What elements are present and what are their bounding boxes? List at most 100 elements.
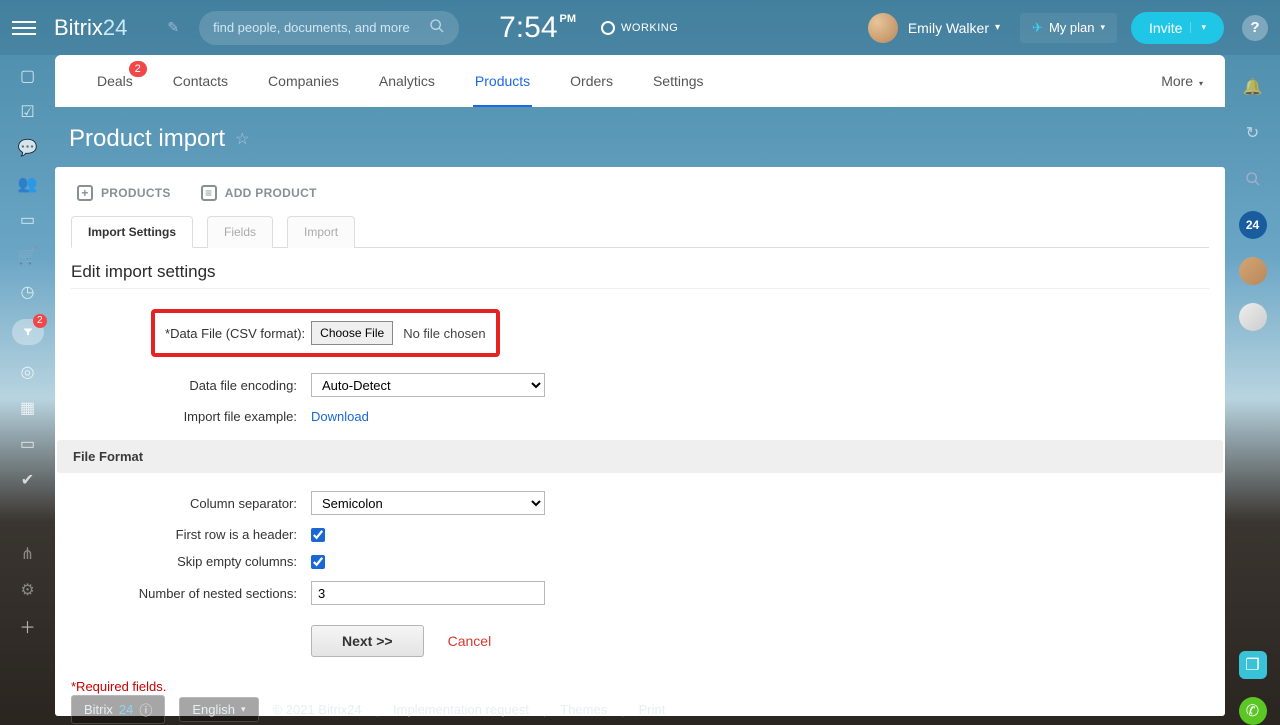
chat-icon[interactable]: 💬 — [17, 139, 39, 157]
filter-icon[interactable]: 2 — [12, 319, 44, 345]
search-box[interactable] — [199, 11, 459, 45]
window-icon[interactable]: ▢ — [17, 67, 39, 85]
tab-deals[interactable]: Deals 2 — [77, 55, 153, 107]
tab-settings[interactable]: Settings — [633, 55, 724, 107]
b24-icon[interactable]: 24 — [1239, 211, 1267, 239]
working-label: WORKING — [621, 22, 678, 34]
menu-icon[interactable] — [12, 16, 36, 40]
search-input[interactable] — [213, 20, 421, 35]
edit-icon[interactable]: ✎ — [167, 19, 179, 36]
row-col-sep: Column separator: Semicolon — [71, 485, 1209, 521]
inner-tab-import-settings[interactable]: Import Settings — [71, 216, 193, 248]
call-icon[interactable]: ✆ — [1239, 697, 1267, 725]
filter-badge: 2 — [33, 314, 47, 328]
form-actions: Next >> Cancel — [71, 611, 1209, 657]
nested-label: Number of nested sections: — [71, 586, 301, 601]
chevron-down-icon[interactable]: ▾ — [995, 22, 1000, 33]
main: Deals 2 Contacts Companies Analytics Pro… — [55, 55, 1225, 725]
encoding-select[interactable]: Auto-Detect — [311, 373, 545, 397]
search-icon[interactable] — [1239, 165, 1267, 193]
check-icon[interactable]: ☑ — [17, 103, 39, 121]
tab-label: Contacts — [173, 73, 228, 89]
invite-button[interactable]: Invite ▾ — [1131, 12, 1224, 44]
row-encoding: Data file encoding: Auto-Detect — [71, 367, 1209, 403]
sitemap-icon[interactable]: ⋔ — [17, 545, 39, 563]
record-icon — [601, 21, 615, 35]
history-icon[interactable]: ↻ — [1239, 119, 1267, 147]
footer-themes-link[interactable]: Themes — [560, 702, 607, 717]
cancel-link[interactable]: Cancel — [448, 633, 492, 649]
choose-file-button[interactable]: Choose File — [311, 321, 393, 345]
tab-analytics[interactable]: Analytics — [359, 55, 455, 107]
users-icon[interactable]: 👥 — [17, 175, 39, 193]
logo[interactable]: Bitrix24 — [54, 15, 127, 41]
row-first-row: First row is a header: — [71, 521, 1209, 548]
folder-icon[interactable]: ▭ — [17, 435, 39, 453]
clock-icon[interactable]: ◷ — [17, 283, 39, 301]
target-icon[interactable]: ◎ — [17, 363, 39, 381]
download-link[interactable]: Download — [311, 409, 369, 424]
file-status: No file chosen — [403, 326, 485, 341]
col-sep-select[interactable]: Semicolon — [311, 491, 545, 515]
bell-icon[interactable]: 🔔 — [1239, 73, 1267, 101]
cart-icon[interactable]: 🛒 — [17, 247, 39, 265]
form-area: *Data File (CSV format): Choose File No … — [71, 291, 1209, 698]
myplan-button[interactable]: ✈ My plan ▾ — [1020, 13, 1117, 43]
search-icon[interactable] — [429, 18, 445, 37]
data-file-label: *Data File (CSV format): — [165, 326, 305, 341]
tab-orders[interactable]: Orders — [550, 55, 633, 107]
footer-print-link[interactable]: Print — [639, 702, 666, 717]
tab-contacts[interactable]: Contacts — [153, 55, 248, 107]
clock-pm: PM — [560, 13, 577, 25]
username[interactable]: Emily Walker — [908, 20, 989, 36]
toolbar-products-button[interactable]: + PRODUCTS — [77, 185, 171, 201]
row-example: Import file example: Download — [71, 403, 1209, 430]
copy-icon[interactable]: ❐ — [1239, 651, 1267, 679]
nested-input[interactable] — [311, 581, 545, 605]
favorite-star-icon[interactable]: ☆ — [235, 129, 249, 149]
clock-time: 7:54 — [499, 13, 557, 43]
contact-avatar-2[interactable] — [1239, 303, 1267, 331]
invite-label: Invite — [1149, 20, 1182, 36]
skip-empty-label: Skip empty columns: — [71, 554, 301, 569]
toolbar-label: PRODUCTS — [101, 186, 171, 200]
working-status[interactable]: WORKING — [601, 21, 678, 35]
info-icon: ⓘ — [139, 700, 152, 719]
col-sep-label: Column separator: — [71, 496, 301, 511]
file-format-band: File Format — [57, 440, 1223, 473]
apps-icon[interactable]: ▦ — [17, 399, 39, 417]
list-box-icon: ≡ — [201, 185, 217, 201]
chevron-down-icon: ▾ — [241, 704, 246, 715]
tab-label: Companies — [268, 73, 339, 89]
plus-icon[interactable]: ＋ — [17, 617, 39, 635]
avatar[interactable] — [868, 13, 898, 43]
first-row-checkbox[interactable] — [311, 528, 325, 542]
card-icon[interactable]: ▭ — [17, 211, 39, 229]
inner-tab-import: Import — [287, 216, 355, 248]
help-icon[interactable]: ? — [1242, 15, 1268, 41]
required-note: *Required fields. — [71, 657, 1209, 694]
tab-products[interactable]: Products — [455, 55, 550, 107]
gear-icon[interactable]: ⚙ — [17, 581, 39, 599]
example-label: Import file example: — [71, 409, 301, 424]
contact-avatar-1[interactable] — [1239, 257, 1267, 285]
plus-box-icon: + — [77, 185, 93, 201]
top-header: Bitrix24 ✎ 7:54 PM WORKING Emily Walker … — [0, 0, 1280, 55]
toolbar-add-product-button[interactable]: ≡ ADD PRODUCT — [201, 185, 317, 201]
footer-lang-chip[interactable]: English ▾ — [179, 697, 258, 722]
row-skip-empty: Skip empty columns: — [71, 548, 1209, 575]
next-button[interactable]: Next >> — [311, 625, 424, 657]
tab-deals-badge: 2 — [129, 61, 147, 77]
tab-more[interactable]: More ▾ — [1161, 73, 1203, 89]
toolbar: + PRODUCTS ≡ ADD PRODUCT — [71, 181, 1209, 215]
left-sidebar: ▢ ☑ 💬 👥 ▭ 🛒 ◷ 2 ◎ ▦ ▭ ✔ ⋔ ⚙ ＋ — [0, 55, 55, 725]
skip-empty-checkbox[interactable] — [311, 555, 325, 569]
footer-impl-link[interactable]: Implementation request — [393, 702, 529, 717]
myplan-label: My plan — [1049, 20, 1095, 35]
row-nested: Number of nested sections: — [71, 575, 1209, 611]
footer: Bitrix 24 ⓘ English ▾ © 2021 Bitrix24 | … — [55, 693, 1225, 725]
chevron-down-icon[interactable]: ▾ — [1190, 22, 1206, 33]
tab-companies[interactable]: Companies — [248, 55, 359, 107]
check-circle-icon[interactable]: ✔ — [17, 471, 39, 489]
footer-bitrix-chip[interactable]: Bitrix 24 ⓘ — [71, 695, 165, 724]
